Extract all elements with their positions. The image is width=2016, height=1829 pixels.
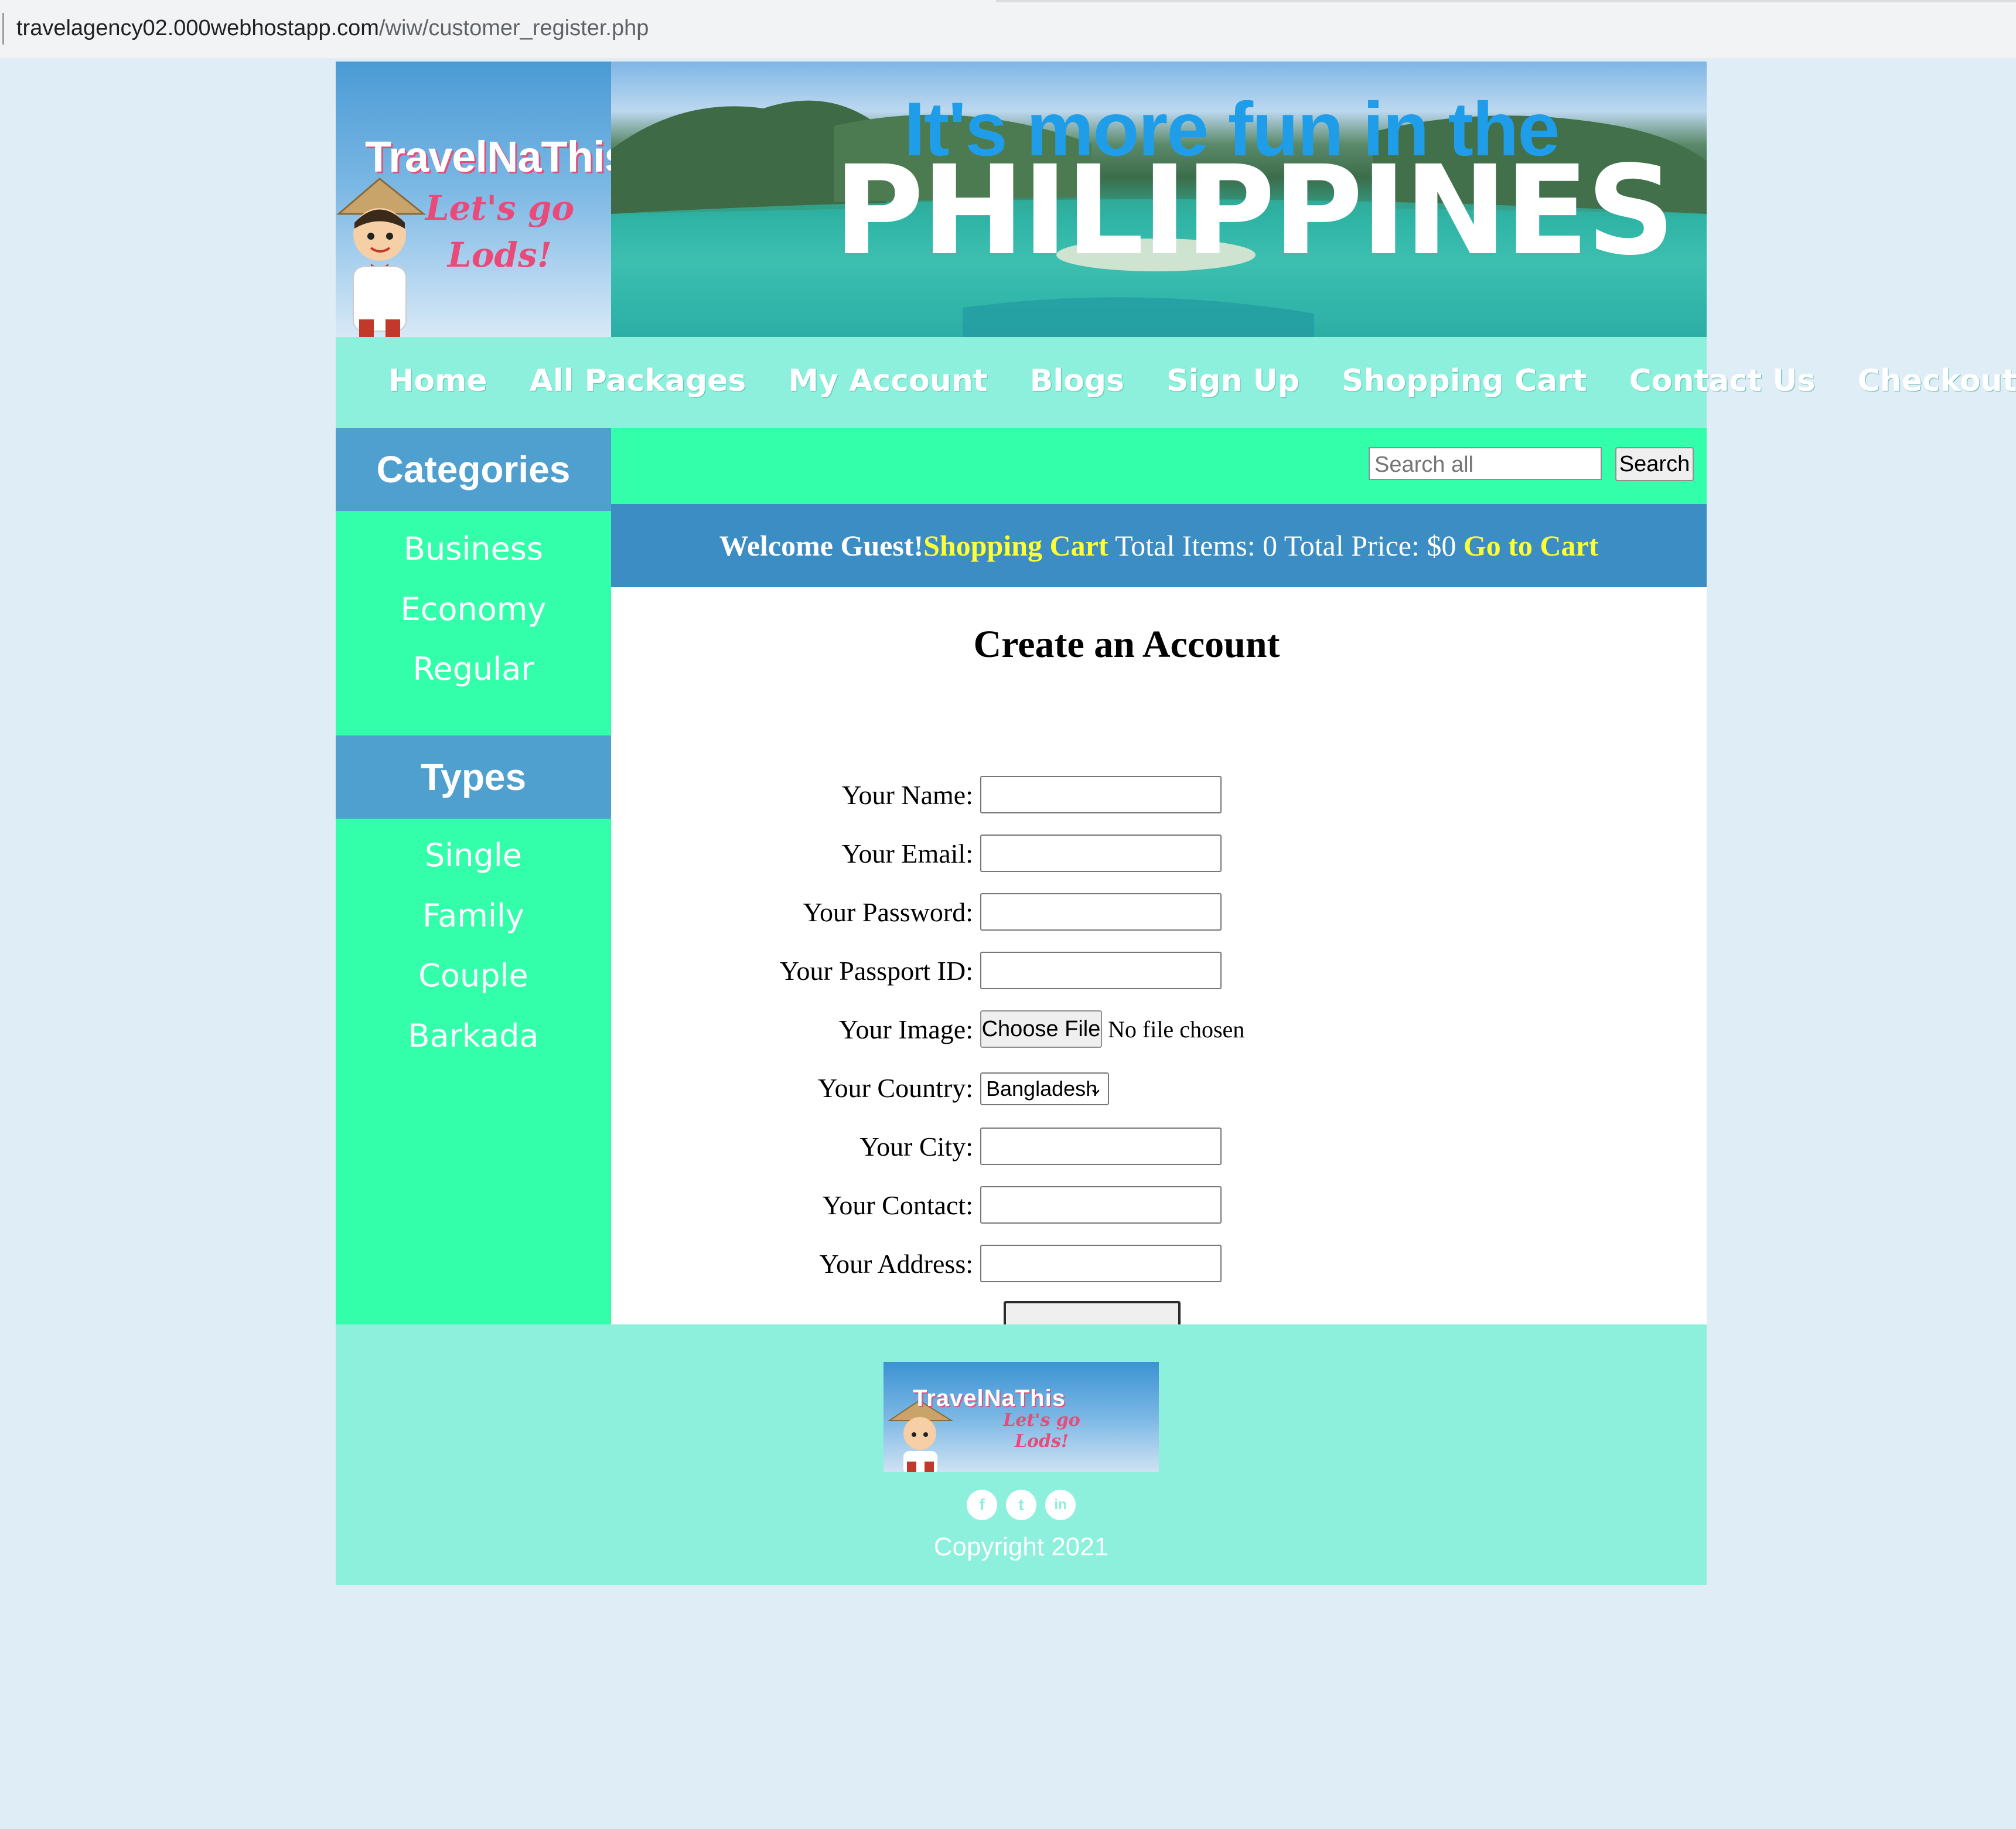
shopping-cart-link[interactable]: Shopping Cart [923, 529, 1108, 562]
file-status: No file chosen [1108, 1016, 1245, 1043]
country-select[interactable]: Bangladesh ⌄ [980, 1072, 1109, 1105]
banner-headline: PHILIPPINES [834, 139, 1675, 282]
nav-sign-up[interactable]: Sign Up [1166, 360, 1299, 401]
nav-blogs[interactable]: Blogs [1030, 360, 1124, 401]
name-label: Your Name: [841, 780, 973, 810]
url-text[interactable]: travelagency02.000webhostapp.com/wiw/cus… [16, 11, 649, 46]
image-label: Your Image: [838, 1014, 973, 1044]
site-logo[interactable]: TravelNaThis Let's go Lods! [336, 62, 611, 337]
city-label: Your City: [859, 1132, 973, 1162]
copyright-text: Copyright 2021 [933, 1532, 1109, 1561]
sidebar-item-business[interactable]: Business [336, 526, 611, 573]
email-field[interactable] [980, 835, 1222, 872]
logo-title: TravelNaThis [365, 132, 611, 181]
site-footer: TravelNaThis Let's go Lods! f t in Copyr… [336, 1324, 1707, 1585]
country-value: Bangladesh [986, 1077, 1098, 1101]
site-header: TravelNaThis Let's go Lods! It's more fu… [336, 62, 1707, 337]
facebook-icon[interactable]: f [967, 1490, 997, 1520]
logo-tagline-line2: Lods! [447, 235, 552, 275]
name-field[interactable] [980, 776, 1222, 813]
password-label: Your Password: [803, 897, 973, 927]
main-nav: Home All Packages My Account Blogs Sign … [336, 337, 2016, 428]
address-field[interactable] [980, 1245, 1222, 1282]
go-to-cart-link[interactable]: Go to Cart [1464, 529, 1599, 562]
url-host: travelagency02.000webhostapp.com [16, 16, 379, 40]
sidebar-item-economy[interactable]: Economy [336, 586, 611, 633]
contact-row: Your Contact: [611, 1186, 1707, 1233]
name-row: Your Name: [611, 776, 1707, 823]
contact-field[interactable] [980, 1186, 1222, 1224]
choose-file-button[interactable]: Choose File [980, 1010, 1102, 1048]
email-label: Your Email: [841, 839, 973, 868]
url-path: /wiw/customer_register.php [378, 16, 649, 40]
cart-summary: Total Items: 0 Total Price: $0 [1108, 529, 1464, 562]
search-input[interactable]: Search all [1369, 447, 1602, 480]
footer-logo-title: TravelNaThis [913, 1385, 1066, 1411]
passport-field[interactable] [980, 952, 1222, 989]
linkedin-icon[interactable]: in [1045, 1490, 1076, 1520]
footer-logo-tagline-line2: Lods! [1014, 1431, 1069, 1452]
logo-tagline-line1: Let's go [425, 188, 575, 228]
categories-heading: Categories [336, 428, 611, 511]
nav-home[interactable]: Home [388, 360, 487, 401]
password-field[interactable] [980, 893, 1222, 931]
url-caret [2, 13, 4, 45]
logo-tagline: Let's go Lods! [412, 185, 588, 278]
sidebar: Categories Business Economy Regular Type… [336, 428, 611, 1324]
nav-checkout[interactable]: Checkout [1858, 360, 2016, 401]
footer-logo[interactable]: TravelNaThis Let's go Lods! [884, 1362, 1159, 1472]
country-label: Your Country: [818, 1073, 973, 1103]
sidebar-item-couple[interactable]: Couple [336, 952, 611, 999]
address-row: Your Address: [611, 1245, 1707, 1292]
search-bar: Search all Search [611, 428, 1707, 504]
sidebar-item-regular[interactable]: Regular [336, 646, 611, 693]
passport-row: Your Passport ID: [611, 952, 1707, 999]
sidebar-item-family[interactable]: Family [336, 893, 611, 939]
password-row: Your Password: [611, 893, 1707, 940]
address-label: Your Address: [819, 1249, 973, 1279]
country-row: Your Country: Bangladesh ⌄ [611, 1069, 1707, 1116]
types-heading: Types [336, 735, 611, 819]
contact-label: Your Contact: [822, 1190, 973, 1220]
footer-logo-tagline: Let's go Lods! [983, 1410, 1100, 1452]
welcome-bar: Welcome Guest!Shopping Cart Total Items:… [611, 504, 1707, 587]
city-field[interactable] [980, 1128, 1222, 1165]
sidebar-item-barkada[interactable]: Barkada [336, 1013, 611, 1060]
sidebar-item-single[interactable]: Single [336, 832, 611, 879]
tab-strip-line [996, 0, 2016, 2]
footer-logo-tagline-line1: Let's go [1003, 1410, 1080, 1430]
search-button[interactable]: Search [1615, 447, 1694, 481]
browser-url-bar[interactable]: travelagency02.000webhostapp.com/wiw/cus… [0, 0, 2016, 59]
passport-label: Your Passport ID: [779, 956, 973, 986]
welcome-greeting: Welcome Guest! [719, 529, 924, 562]
nav-contact-us[interactable]: Contact Us [1629, 360, 1816, 401]
nav-all-packages[interactable]: All Packages [530, 360, 746, 401]
page-title: Create an Account [973, 623, 1280, 666]
city-row: Your City: [611, 1128, 1707, 1174]
nav-shopping-cart[interactable]: Shopping Cart [1342, 360, 1587, 401]
chevron-down-icon: ⌄ [1088, 1079, 1103, 1098]
nav-my-account[interactable]: My Account [788, 360, 987, 401]
email-row: Your Email: [611, 835, 1707, 881]
hero-banner: It's more fun in the PHILIPPINES [611, 62, 1707, 337]
image-row: Your Image: Choose File No file chosen [611, 1010, 1707, 1057]
register-form-panel: Create an Account Your Name: Your Email:… [611, 587, 1707, 1420]
twitter-icon[interactable]: t [1006, 1490, 1036, 1520]
